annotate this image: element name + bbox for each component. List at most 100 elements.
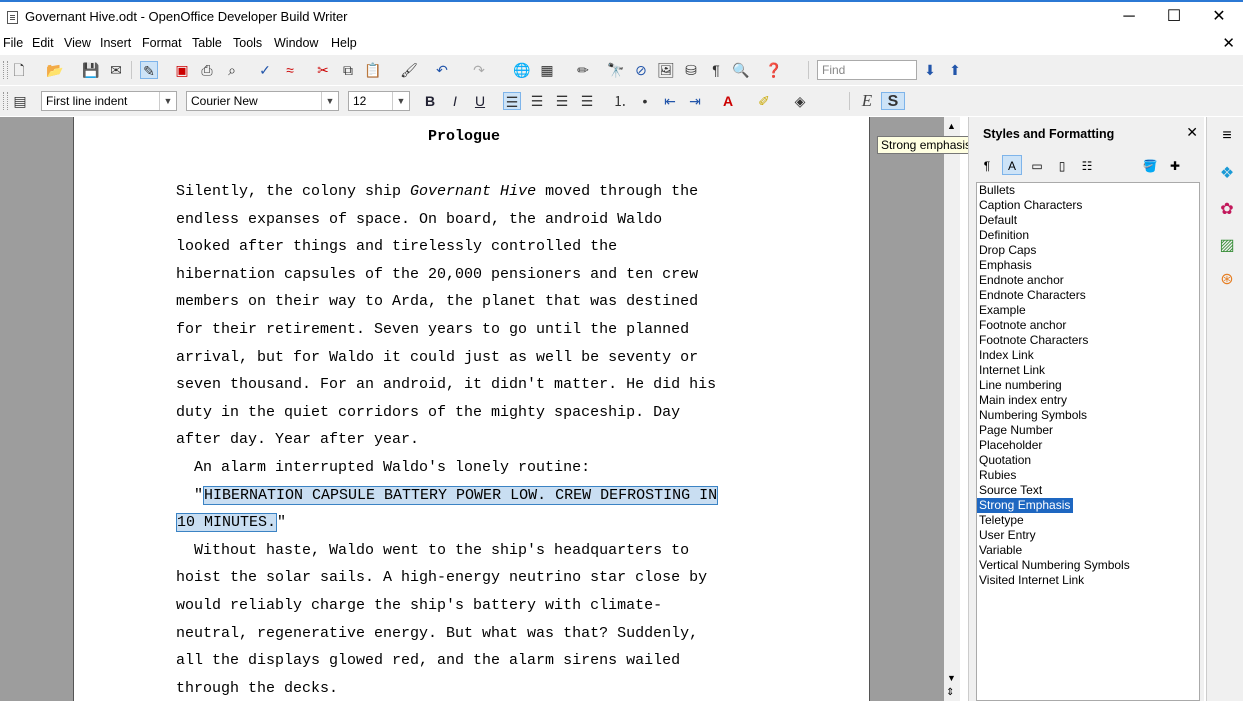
style-item[interactable]: Definition (977, 228, 1199, 243)
style-item[interactable]: Visited Internet Link (977, 573, 1199, 588)
show-draw-functions-icon[interactable]: ✏ (574, 61, 592, 79)
paste-icon[interactable]: 📋 (364, 61, 382, 79)
panel-close-icon[interactable]: ✕ (1186, 124, 1198, 141)
style-item[interactable]: Endnote anchor (977, 273, 1199, 288)
style-item[interactable]: Footnote Characters (977, 333, 1199, 348)
style-item[interactable]: Example (977, 303, 1199, 318)
font-color-icon[interactable]: A (719, 92, 737, 110)
close-document-icon[interactable]: ✕ (1222, 34, 1235, 52)
new-document-icon[interactable]: 🗋 (10, 61, 28, 79)
style-item[interactable]: Rubies (977, 468, 1199, 483)
style-item[interactable]: Footnote anchor (977, 318, 1199, 333)
chevron-down-icon[interactable]: ▼ (321, 92, 338, 110)
highlighting-icon[interactable]: ✐ (755, 92, 773, 110)
style-item[interactable]: Source Text (977, 483, 1199, 498)
copy-icon[interactable]: ⧉ (339, 61, 357, 79)
undo-icon[interactable]: ↶ (433, 61, 451, 79)
background-color-icon[interactable]: ◈ (791, 92, 809, 110)
vertical-scrollbar[interactable]: ▲ ▼ ⇕ (944, 117, 960, 701)
align-center-icon[interactable]: ☰ (528, 92, 546, 110)
list-styles-icon[interactable]: ☷ (1077, 155, 1097, 175)
find-input[interactable]: Find (817, 60, 917, 80)
style-list[interactable]: Bullets Caption Characters Default Defin… (976, 182, 1200, 701)
style-item[interactable]: Endnote Characters (977, 288, 1199, 303)
style-item[interactable]: Bullets (977, 183, 1199, 198)
style-item[interactable]: Page Number (977, 423, 1199, 438)
minimize-button[interactable]: ─ (1106, 4, 1152, 30)
clone-formatting-icon[interactable]: 🖌 (400, 61, 418, 79)
style-item[interactable]: Quotation (977, 453, 1199, 468)
align-left-icon[interactable]: ☰ (503, 92, 521, 110)
print-icon[interactable]: ⎙ (198, 61, 216, 79)
character-styles-icon[interactable]: A (1002, 155, 1022, 175)
styles-formatting-icon[interactable]: ▤ (11, 92, 29, 110)
style-item[interactable]: Line numbering (977, 378, 1199, 393)
new-style-icon[interactable]: ✚ (1165, 155, 1185, 175)
style-item[interactable]: Caption Characters (977, 198, 1199, 213)
chevron-down-icon[interactable]: ▼ (159, 92, 176, 110)
export-pdf-icon[interactable]: ▣ (173, 61, 191, 79)
text-selection[interactable]: HIBERNATION CAPSULE BATTERY POWER LOW. C… (203, 486, 719, 505)
help-icon[interactable]: ❓ (765, 61, 783, 79)
data-sources-icon[interactable]: ⛁ (682, 61, 700, 79)
chevron-down-icon[interactable]: ▼ (392, 92, 409, 110)
paragraph-styles-icon[interactable]: ¶ (977, 155, 997, 175)
numbering-icon[interactable]: ⒈ (611, 92, 629, 110)
align-right-icon[interactable]: ☰ (553, 92, 571, 110)
zoom-icon[interactable]: 🔍 (732, 61, 750, 79)
toolbar-grip[interactable] (3, 92, 8, 110)
bold-button[interactable]: B (421, 92, 439, 110)
style-item[interactable]: Index Link (977, 348, 1199, 363)
style-item[interactable]: Teletype (977, 513, 1199, 528)
italic-button[interactable]: I (446, 92, 464, 110)
spellcheck-icon[interactable]: ✓ (256, 61, 274, 79)
menu-table[interactable]: Table (192, 36, 222, 50)
style-item[interactable]: Drop Caps (977, 243, 1199, 258)
page-styles-icon[interactable]: ▯ (1052, 155, 1072, 175)
redo-icon[interactable]: ↷ (470, 61, 488, 79)
text-selection[interactable]: 10 MINUTES. (176, 513, 278, 532)
formatting-marks-icon[interactable]: ¶ (707, 61, 725, 79)
maximize-button[interactable]: ☐ (1151, 4, 1197, 30)
autospellcheck-icon[interactable]: ≈ (281, 61, 299, 79)
font-name-select[interactable]: Courier New ▼ (186, 91, 339, 111)
scroll-down-icon[interactable]: ▼ (947, 673, 956, 683)
menu-edit[interactable]: Edit (32, 36, 54, 50)
justify-icon[interactable]: ☰ (578, 92, 596, 110)
sidebar-menu-icon[interactable]: ≡ (1216, 125, 1238, 147)
cut-icon[interactable]: ✂ (314, 61, 332, 79)
navigator-deck-icon[interactable]: ⊛ (1216, 269, 1238, 291)
hyperlink-icon[interactable]: 🌐 (513, 61, 531, 79)
menu-help[interactable]: Help (331, 36, 357, 50)
menu-format[interactable]: Format (142, 36, 182, 50)
style-item[interactable]: Numbering Symbols (977, 408, 1199, 423)
increase-indent-icon[interactable]: ⇥ (686, 92, 704, 110)
page-navigation-icon[interactable]: ⇕ (946, 687, 954, 698)
scroll-up-icon[interactable]: ▲ (947, 121, 956, 131)
bullets-icon[interactable]: • (636, 92, 654, 110)
find-previous-icon[interactable]: ⬆ (946, 61, 964, 79)
style-item[interactable]: Internet Link (977, 363, 1199, 378)
menu-insert[interactable]: Insert (100, 36, 131, 50)
email-icon[interactable]: ✉ (107, 61, 125, 79)
gallery-icon[interactable]: 🖼 (657, 61, 675, 79)
style-item[interactable]: User Entry (977, 528, 1199, 543)
style-item[interactable]: Default (977, 213, 1199, 228)
underline-button[interactable]: U (471, 92, 489, 110)
properties-icon[interactable]: ❖ (1216, 163, 1238, 185)
table-icon[interactable]: ▦ (538, 61, 556, 79)
style-item[interactable]: Vertical Numbering Symbols (977, 558, 1199, 573)
print-preview-icon[interactable]: ⌕ (223, 61, 241, 79)
menu-view[interactable]: View (64, 36, 91, 50)
edit-mode-icon[interactable]: ✎ (140, 61, 158, 79)
menu-file[interactable]: File (3, 36, 23, 50)
menu-tools[interactable]: Tools (233, 36, 262, 50)
navigator-icon[interactable]: ⊘ (632, 61, 650, 79)
frame-styles-icon[interactable]: ▭ (1027, 155, 1047, 175)
styles-deck-icon[interactable]: ✿ (1216, 199, 1238, 221)
fill-format-icon[interactable]: 🪣 (1140, 155, 1160, 175)
style-item[interactable]: Variable (977, 543, 1199, 558)
find-replace-icon[interactable]: 🔭 (607, 61, 625, 79)
menu-window[interactable]: Window (274, 36, 318, 50)
font-size-select[interactable]: 12 ▼ (348, 91, 410, 111)
